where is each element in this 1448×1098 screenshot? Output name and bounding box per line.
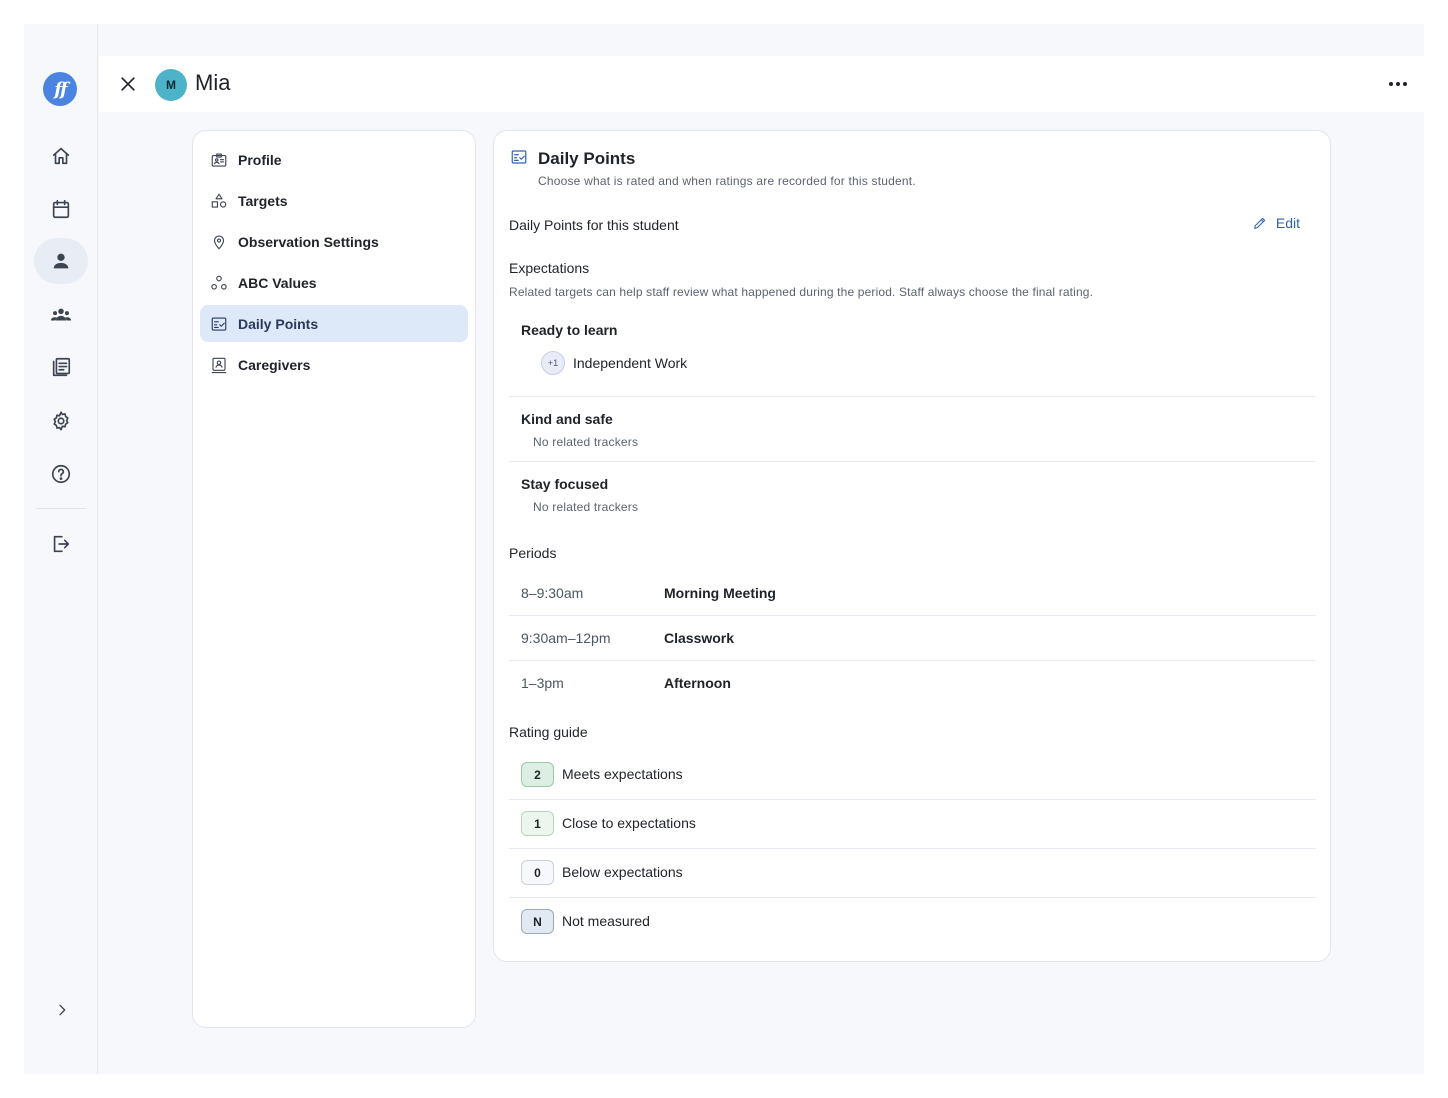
menu-item-daily-points[interactable]: Daily Points: [200, 305, 468, 342]
card-title: Daily Points: [538, 149, 636, 168]
rating-label: Below expectations: [562, 864, 683, 880]
period-time: 1–3pm: [521, 675, 564, 691]
menu-item-abc-values[interactable]: ABC Values: [200, 264, 468, 301]
checklist-icon: [209, 314, 229, 334]
more-dot-icon: [1396, 82, 1400, 86]
menu-item-profile[interactable]: Profile: [200, 141, 468, 178]
calendar-icon: [52, 199, 70, 219]
expand-rail-button[interactable]: [54, 1002, 74, 1022]
rating-label: Not measured: [562, 913, 650, 929]
expectation-note: No related trackers: [533, 435, 639, 449]
rating-guide-heading: Rating guide: [509, 724, 588, 740]
chevron-right-icon: [59, 1004, 66, 1016]
menu-item-label: Observation Settings: [238, 233, 379, 250]
logout-icon: [53, 535, 70, 553]
expectation-note: No related trackers: [533, 500, 639, 514]
period-row: 9:30am–12pm Classwork: [509, 616, 1316, 661]
section-label: Daily Points for this student: [509, 217, 679, 233]
close-icon: [121, 77, 135, 91]
periods-heading: Periods: [509, 545, 557, 561]
shapes-icon: [209, 191, 229, 211]
rating-chip: 0: [521, 860, 554, 885]
rating-row: 0 Below expectations: [509, 849, 1316, 898]
app-logo[interactable]: ff: [43, 72, 77, 106]
menu-item-label: Caregivers: [238, 356, 311, 373]
period-row: 8–9:30am Morning Meeting: [509, 571, 1316, 616]
group-icon: [50, 308, 72, 321]
period-time: 8–9:30am: [521, 585, 584, 601]
rating-chip: 2: [521, 762, 554, 787]
avatar: M: [155, 69, 187, 101]
contact-card-icon: [209, 355, 229, 375]
rating-chip: N: [521, 909, 554, 934]
library-icon: [52, 357, 71, 377]
expectation-item: Ready to learn +1 Independent Work: [509, 311, 1316, 397]
rating-row: 2 Meets expectations: [509, 751, 1316, 800]
student-settings-menu: Profile Targets Observation Settings ABC…: [192, 130, 476, 1028]
period-row: 1–3pm Afternoon: [509, 661, 1316, 706]
app-window: ff M Mia Profile Targets Observation Set…: [24, 24, 1424, 1074]
nav-home-button[interactable]: [34, 133, 88, 179]
menu-item-targets[interactable]: Targets: [200, 182, 468, 219]
gear-icon: [53, 411, 69, 431]
edit-label: Edit: [1275, 215, 1300, 231]
id-card-icon: [209, 150, 229, 170]
more-dot-icon: [1403, 82, 1407, 86]
nav-help-button[interactable]: [34, 451, 88, 497]
left-nav-rail: ff: [24, 24, 98, 1074]
expectation-item: Kind and safe No related trackers: [509, 397, 1316, 462]
rating-row: N Not measured: [509, 898, 1316, 947]
rating-label: Close to expectations: [562, 815, 696, 831]
expectations-description: Related targets can help staff review wh…: [509, 285, 1094, 299]
edit-button[interactable]: Edit: [1252, 215, 1300, 231]
nav-settings-button[interactable]: [34, 398, 88, 444]
menu-item-observation-settings[interactable]: Observation Settings: [200, 223, 468, 260]
period-name: Morning Meeting: [664, 585, 776, 601]
nav-student-button[interactable]: [34, 238, 88, 284]
rating-chip: 1: [521, 811, 554, 836]
tracker-label: Independent Work: [573, 355, 688, 371]
nav-library-button[interactable]: [34, 344, 88, 390]
nodes-icon: [209, 273, 229, 293]
more-options-button[interactable]: [1386, 74, 1410, 94]
menu-item-label: ABC Values: [238, 274, 317, 291]
more-dot-icon: [1389, 82, 1393, 86]
expectation-name: Ready to learn: [521, 322, 618, 338]
expectation-name: Stay focused: [521, 476, 609, 492]
rating-row: 1 Close to expectations: [509, 800, 1316, 849]
home-icon: [52, 147, 70, 165]
tracker-badge: +1: [541, 351, 565, 375]
student-header: M Mia: [99, 56, 1424, 112]
pencil-icon: [1254, 217, 1266, 229]
related-tracker[interactable]: +1 Independent Work: [541, 351, 687, 375]
rating-label: Meets expectations: [562, 766, 683, 782]
menu-item-label: Profile: [238, 151, 282, 168]
menu-item-label: Targets: [238, 192, 288, 209]
nav-groups-button[interactable]: [34, 292, 88, 338]
student-name: Mia: [195, 70, 231, 95]
rail-divider: [36, 508, 86, 509]
menu-item-label: Daily Points: [238, 315, 319, 332]
help-icon: [51, 464, 71, 484]
location-pin-icon: [209, 232, 229, 252]
menu-item-caregivers[interactable]: Caregivers: [200, 346, 468, 383]
expectation-item: Stay focused No related trackers: [509, 462, 1316, 527]
expectations-heading: Expectations: [509, 260, 590, 276]
period-name: Afternoon: [664, 675, 731, 691]
nav-logout-button[interactable]: [34, 521, 88, 567]
expectation-name: Kind and safe: [521, 411, 613, 427]
checklist-icon: [510, 148, 530, 168]
period-name: Classwork: [664, 630, 735, 646]
card-subtitle: Choose what is rated and when ratings ar…: [538, 174, 916, 188]
close-button[interactable]: [117, 73, 139, 95]
nav-calendar-button[interactable]: [34, 186, 88, 232]
person-icon: [53, 253, 69, 269]
daily-points-card: Daily Points Choose what is rated and wh…: [493, 130, 1331, 962]
period-time: 9:30am–12pm: [521, 630, 611, 646]
